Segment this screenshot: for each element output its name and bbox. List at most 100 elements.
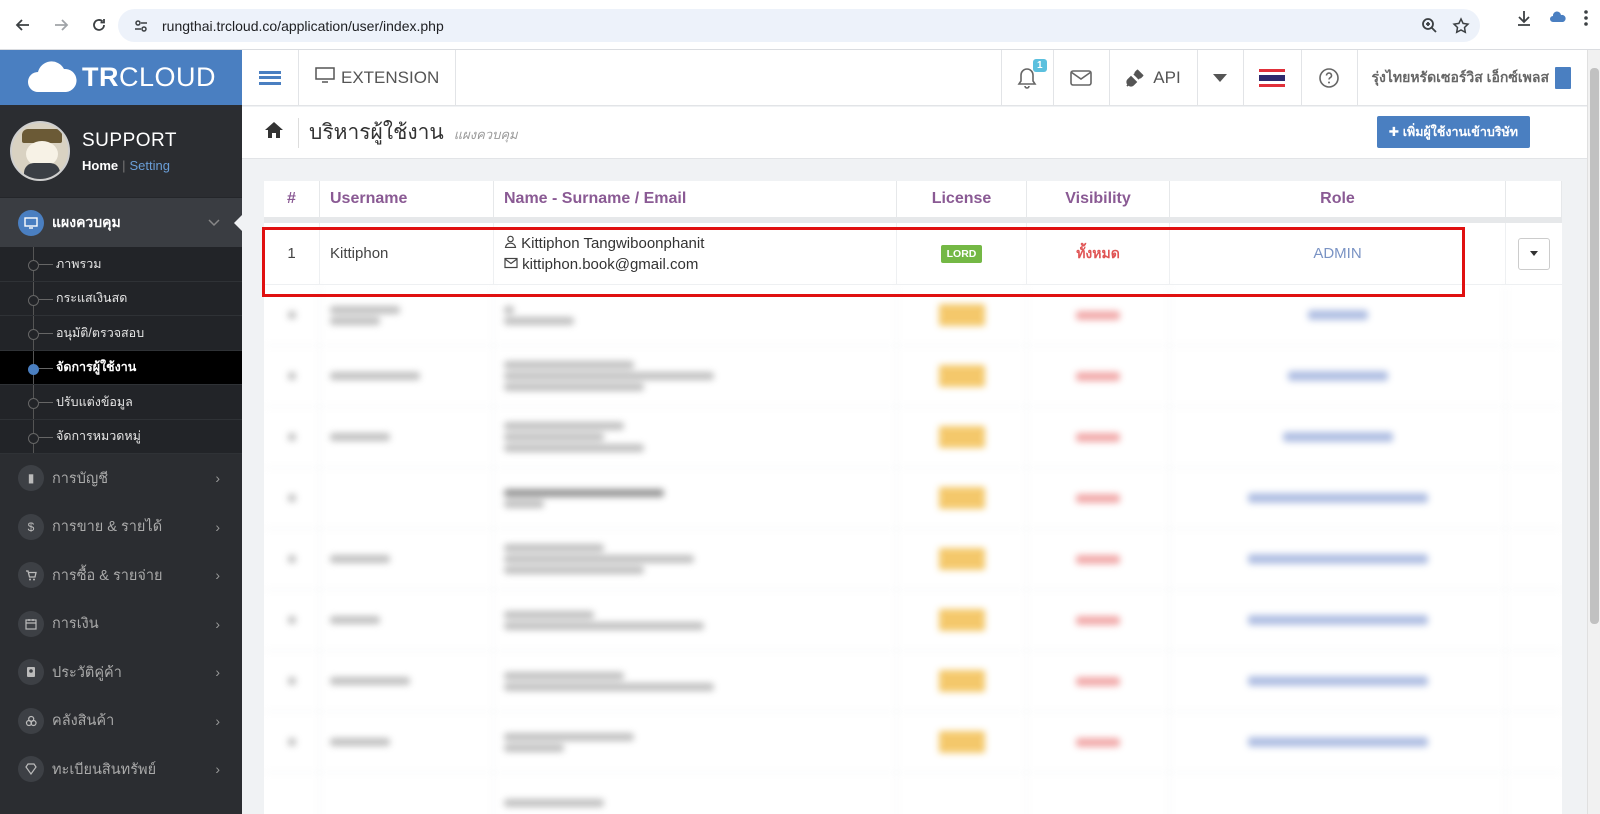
url-text[interactable]: rungthai.trcloud.co/application/user/ind… [162,18,444,34]
help-button[interactable] [1300,50,1357,106]
column-header[interactable]: Role [1170,181,1506,217]
monitor-icon [18,209,44,236]
avatar[interactable] [10,121,70,181]
book-icon: ▮ [18,465,44,492]
table-row-redacted [264,407,1562,468]
brand-name-bold: TR [81,62,119,92]
users-table: # Username Name - Surname / Email Licens… [264,181,1562,814]
table-row-redacted [264,651,1562,712]
setting-link[interactable]: Setting [130,158,170,173]
boxes-icon [18,707,44,734]
language-button[interactable] [1242,50,1301,106]
contact-icon [18,659,44,686]
chevron-right-icon: › [215,761,220,778]
column-header[interactable]: Name - Surname / Email [494,181,897,217]
api-button[interactable]: API [1108,50,1197,106]
license-cell: LORD [897,223,1027,284]
download-icon[interactable] [1514,8,1534,28]
user-icon [504,235,517,248]
api-label: API [1153,68,1181,87]
bookmark-star-icon[interactable] [1452,16,1470,35]
name-email-cell: Kittiphon Tangwiboonphanit kittiphon.boo… [494,223,897,284]
dropdown-toggle[interactable] [1196,50,1243,106]
visibility-value: ทั้งหมด [1076,244,1120,261]
hamburger-icon [259,68,281,87]
table-row-redacted [264,529,1562,590]
profile-name: SUPPORT [82,129,178,151]
reload-button[interactable] [82,8,116,42]
user-profile: SUPPORT Home | Setting [0,105,242,197]
brand-logo[interactable]: TRCLOUD [0,50,242,105]
column-header[interactable]: License [897,181,1027,217]
table-header: # Username Name - Surname / Email Licens… [264,181,1562,223]
username-cell: Kittiphon [320,223,494,284]
back-button[interactable] [6,8,40,42]
menu-label: ประวัติคู่ค้า [52,664,122,681]
sub-item-label: จัดการหมวดหมู่ [56,429,141,444]
menu-asset-register[interactable]: ทะเบียนสินทรัพย์ › [0,745,242,794]
home-link[interactable]: Home [82,158,118,173]
hamburger-menu-button[interactable] [242,49,299,106]
arrow-right-icon [55,18,69,31]
page-subtitle: แผงควบคุม [453,127,518,142]
menu-label: คลังสินค้า [52,713,115,730]
table-row-redacted [264,712,1562,773]
chevron-right-icon: › [215,712,220,729]
page-title: บริหารผู้ใช้งาน [309,121,444,144]
full-name: Kittiphon Tangwiboonphanit [521,234,705,252]
page-scrollbar[interactable] [1587,50,1600,814]
menu-partner-history[interactable]: ประวัติคู่ค้า › [0,648,242,697]
column-header[interactable]: # [264,181,320,217]
sub-item-label: จัดการผู้ใช้งาน [56,360,137,375]
column-header[interactable]: Visibility [1027,181,1170,217]
sub-item-categories[interactable]: จัดการหมวดหมู่ [0,419,242,454]
menu-control-panel[interactable]: แผงควบคุม [0,197,242,247]
role-cell: ADMIN [1170,223,1506,284]
menu-inventory[interactable]: คลังสินค้า › [0,697,242,746]
menu-label: การซื้อ & รายจ่าย [52,567,163,584]
messages-button[interactable] [1052,50,1109,106]
notifications-button[interactable]: 1 [1000,50,1053,106]
envelope-icon [504,257,518,268]
table-row-redacted [264,346,1562,407]
site-settings-icon[interactable] [126,18,156,34]
control-panel-submenu: ภาพรวม กระแสเงินสด อนุมัติ/ตรวจสอบ จัดกา… [0,247,242,454]
extension-button[interactable]: EXTENSION [299,49,457,106]
extension-label: EXTENSION [341,67,440,87]
email: kittiphon.book@gmail.com [522,255,699,273]
add-user-button[interactable]: ✚ เพิ่มผู้ใช้งานเข้าบริษัท [1376,116,1530,148]
forward-button[interactable] [44,8,78,42]
column-header[interactable]: Username [320,181,494,217]
menu-sales[interactable]: $ การขาย & รายได้ › [0,503,242,552]
more-menu-icon[interactable] [1582,8,1590,28]
table-row[interactable]: 1 Kittiphon Kittiphon Tangwiboonphanit k… [264,223,1562,285]
cloud-extension-icon[interactable] [1548,8,1568,28]
sub-item-label: ปรับแต่งข้อมูล [56,394,133,409]
sub-item-cashflow[interactable]: กระแสเงินสด [0,281,242,316]
sub-item-user-management[interactable]: จัดการผู้ใช้งาน [0,350,242,385]
calendar-icon [18,610,44,637]
sub-item-customize-data[interactable]: ปรับแต่งข้อมูล [0,385,242,420]
question-circle-icon [1319,68,1339,88]
chevron-right-icon: › [215,567,220,584]
chevron-right-icon: › [215,615,220,632]
row-actions-dropdown[interactable] [1518,237,1550,270]
scrollbar-thumb[interactable] [1590,68,1599,624]
column-header-actions [1506,181,1562,217]
menu-finance[interactable]: การเงิน › [0,600,242,649]
menu-accounting[interactable]: ▮ การบัญชี › [0,454,242,503]
brand-name-rest: CLOUD [118,62,216,92]
address-bar[interactable]: rungthai.trcloud.co/application/user/ind… [118,9,1480,42]
company-selector[interactable]: รุ่งไทยหรัดเซอร์วิส เอ็กซ์เพลส [1356,50,1588,106]
blurred-rows [264,285,1562,814]
license-badge: LORD [940,244,983,263]
menu-label: การขาย & รายได้ [52,519,163,536]
sub-item-approval[interactable]: อนุมัติ/ตรวจสอบ [0,316,242,351]
home-icon[interactable] [264,121,284,144]
menu-purchase[interactable]: การซื้อ & รายจ่าย › [0,551,242,600]
table-row-redacted [264,590,1562,651]
zoom-icon[interactable] [1421,17,1438,34]
sub-item-overview[interactable]: ภาพรวม [0,247,242,282]
role-value: ADMIN [1313,245,1362,262]
table-row-redacted [264,285,1562,346]
